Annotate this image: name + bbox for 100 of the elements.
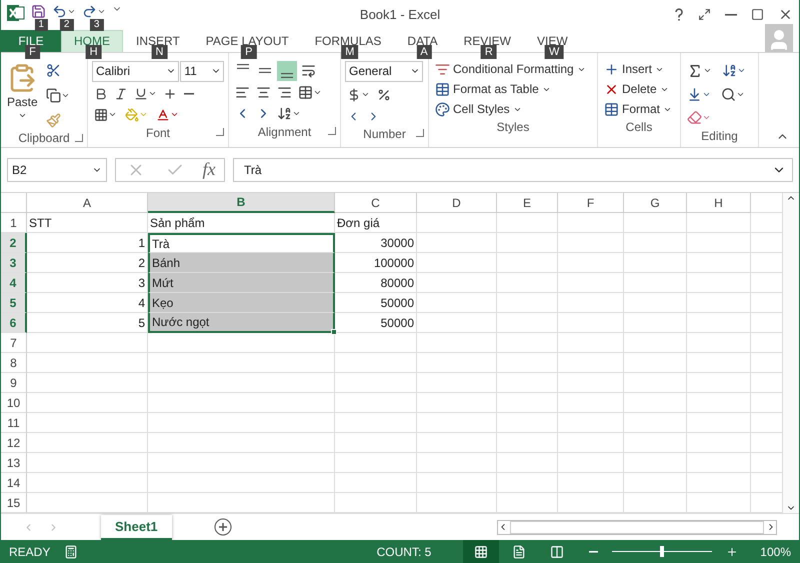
empty-cell[interactable]	[335, 433, 417, 454]
column-header[interactable]: D	[417, 193, 497, 214]
empty-cell[interactable]	[335, 493, 417, 514]
empty-cell[interactable]	[624, 473, 687, 494]
empty-cell[interactable]	[497, 353, 558, 374]
empty-cell[interactable]	[417, 433, 497, 454]
empty-cell[interactable]	[624, 333, 687, 354]
empty-cell[interactable]	[687, 313, 751, 334]
empty-cell[interactable]	[558, 353, 624, 374]
empty-cell[interactable]	[335, 333, 417, 354]
empty-cell[interactable]	[687, 413, 751, 434]
column-header[interactable]: A	[27, 193, 148, 214]
zoom-thumb[interactable]	[660, 546, 664, 557]
row-header[interactable]: 4	[1, 273, 27, 294]
help-button[interactable]	[674, 8, 684, 22]
empty-cell[interactable]	[497, 293, 558, 314]
ribbon-display-button[interactable]	[698, 8, 711, 22]
empty-cell[interactable]	[497, 333, 558, 354]
empty-cell[interactable]	[417, 453, 497, 474]
empty-cell[interactable]	[558, 313, 624, 334]
empty-cell[interactable]	[558, 233, 624, 254]
empty-cell[interactable]	[687, 393, 751, 414]
empty-cell[interactable]	[497, 233, 558, 254]
empty-cell[interactable]	[497, 493, 558, 514]
insert-function-button[interactable]: fx	[202, 159, 216, 180]
empty-cell[interactable]	[558, 373, 624, 394]
row-header[interactable]: 15	[1, 493, 27, 514]
empty-cell[interactable]	[624, 413, 687, 434]
empty-cell[interactable]	[335, 393, 417, 414]
horizontal-scrollbar[interactable]	[497, 520, 777, 535]
empty-cell[interactable]	[148, 373, 335, 394]
font-name-field[interactable]: Calibri	[92, 60, 180, 82]
empty-cell[interactable]	[687, 493, 751, 514]
row-header[interactable]: 11	[1, 413, 27, 434]
empty-cell[interactable]	[624, 393, 687, 414]
cells-button[interactable]: Insert	[602, 60, 676, 78]
dialog-launcher-icon[interactable]	[75, 134, 83, 142]
empty-cell[interactable]	[148, 333, 335, 354]
save-button[interactable]	[31, 4, 46, 19]
empty-cell[interactable]	[497, 253, 558, 274]
empty-cell[interactable]	[148, 433, 335, 454]
empty-cell[interactable]	[148, 473, 335, 494]
empty-cell[interactable]	[624, 433, 687, 454]
empty-cell[interactable]	[558, 473, 624, 494]
fill-handle[interactable]	[331, 329, 337, 336]
row-header[interactable]: 3	[1, 253, 27, 274]
empty-cell[interactable]	[497, 413, 558, 434]
formula-field[interactable]: Trà	[233, 158, 793, 182]
empty-cell[interactable]	[148, 453, 335, 474]
row-header[interactable]: 1	[1, 213, 27, 234]
empty-cell[interactable]	[335, 473, 417, 494]
empty-cell[interactable]	[558, 433, 624, 454]
column-header[interactable]: G	[624, 193, 687, 214]
empty-cell[interactable]	[558, 413, 624, 434]
column-header[interactable]: C	[335, 193, 417, 214]
name-box[interactable]: B2	[7, 158, 107, 182]
empty-cell[interactable]	[558, 273, 624, 294]
undo-button[interactable]	[52, 4, 76, 19]
empty-cell[interactable]	[624, 373, 687, 394]
empty-cell[interactable]	[148, 393, 335, 414]
empty-cell[interactable]	[624, 493, 687, 514]
cells-button[interactable]: Delete	[602, 80, 676, 98]
bottom-align-button[interactable]	[277, 60, 297, 81]
styles-button[interactable]: Format as Table	[433, 80, 593, 98]
empty-cell[interactable]	[417, 353, 497, 374]
row-header[interactable]: 2	[1, 233, 27, 254]
row-header[interactable]: 6	[1, 313, 27, 334]
empty-cell[interactable]	[558, 493, 624, 514]
empty-cell[interactable]	[417, 473, 497, 494]
empty-cell[interactable]	[624, 253, 687, 274]
empty-cell[interactable]	[335, 413, 417, 434]
empty-cell[interactable]	[624, 353, 687, 374]
empty-cell[interactable]	[687, 233, 751, 254]
column-header[interactable]: H	[687, 193, 751, 214]
row-header[interactable]: 5	[1, 293, 27, 314]
empty-cell[interactable]	[687, 213, 751, 234]
empty-cell[interactable]	[417, 493, 497, 514]
empty-cell[interactable]	[335, 353, 417, 374]
column-header[interactable]: B	[148, 193, 335, 214]
normal-view-button[interactable]	[463, 540, 500, 563]
sheet-tab[interactable]: Sheet1	[101, 514, 172, 540]
empty-cell[interactable]	[558, 253, 624, 274]
cells-button[interactable]: Format	[602, 100, 676, 118]
column-header[interactable]: E	[497, 193, 558, 214]
empty-cell[interactable]	[624, 313, 687, 334]
empty-cell[interactable]	[497, 373, 558, 394]
dialog-launcher-icon[interactable]	[216, 128, 224, 136]
empty-cell[interactable]	[687, 373, 751, 394]
empty-cell[interactable]	[417, 333, 497, 354]
empty-cell[interactable]	[687, 433, 751, 454]
empty-cell[interactable]	[687, 273, 751, 294]
empty-cell[interactable]	[497, 453, 558, 474]
row-header[interactable]: 8	[1, 353, 27, 374]
empty-cell[interactable]	[417, 393, 497, 414]
dialog-launcher-icon[interactable]	[416, 128, 424, 137]
empty-cell[interactable]	[148, 353, 335, 374]
empty-cell[interactable]	[687, 353, 751, 374]
empty-cell[interactable]	[687, 453, 751, 474]
row-header[interactable]: 13	[1, 453, 27, 474]
empty-cell[interactable]	[624, 453, 687, 474]
